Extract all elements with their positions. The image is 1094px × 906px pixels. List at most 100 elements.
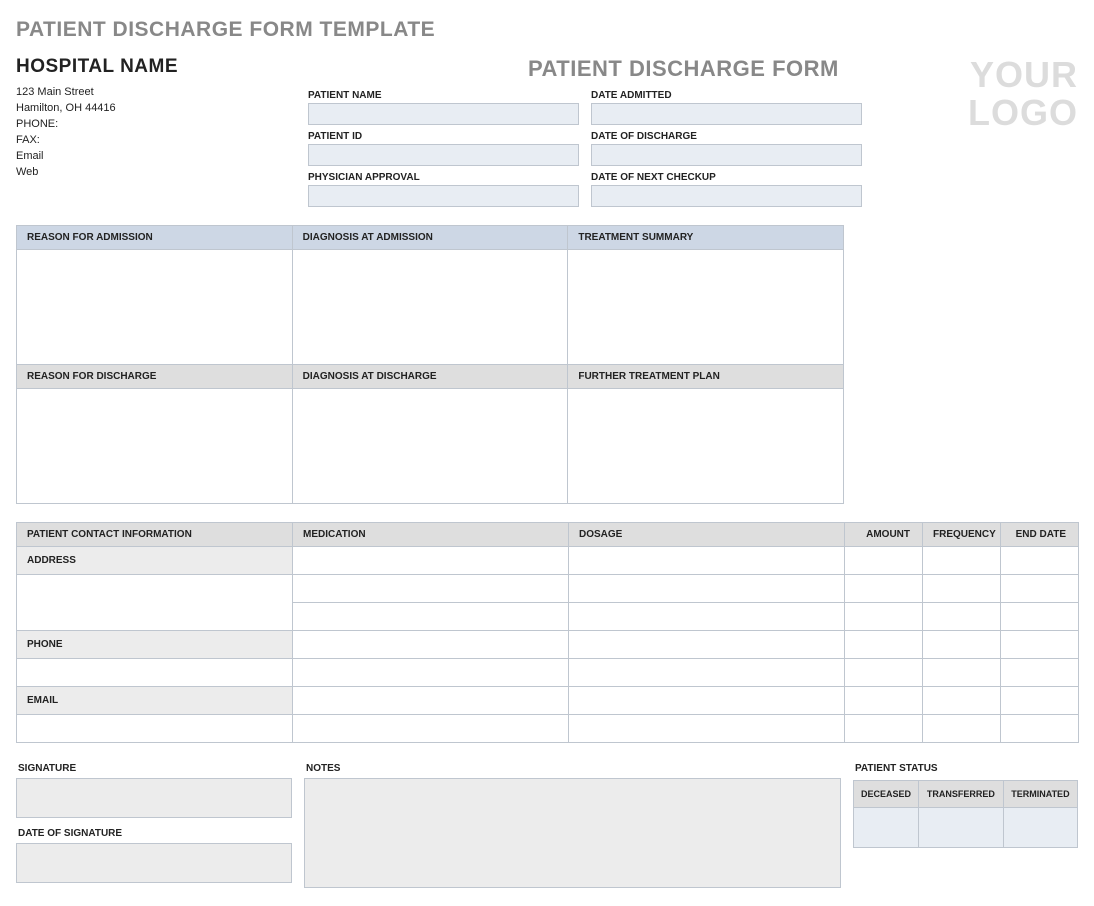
input-address[interactable] bbox=[17, 575, 293, 631]
logo-placeholder: YOUR LOGO bbox=[878, 56, 1078, 213]
header-reason-discharge: REASON FOR DISCHARGE bbox=[16, 365, 293, 389]
label-date-discharge: DATE OF DISCHARGE bbox=[591, 131, 862, 142]
input-signature[interactable] bbox=[16, 778, 292, 818]
med-cell[interactable] bbox=[1001, 603, 1079, 631]
med-cell[interactable] bbox=[569, 715, 845, 743]
med-cell[interactable] bbox=[293, 659, 569, 687]
med-cell[interactable] bbox=[923, 547, 1001, 575]
hospital-phone-label: PHONE: bbox=[16, 118, 292, 130]
med-cell[interactable] bbox=[845, 687, 923, 715]
th-dosage: DOSAGE bbox=[569, 523, 845, 547]
input-next-checkup[interactable] bbox=[591, 185, 862, 207]
hospital-addr1: 123 Main Street bbox=[16, 86, 292, 98]
top-row: HOSPITAL NAME 123 Main Street Hamilton, … bbox=[16, 56, 1078, 213]
th-contact-info: PATIENT CONTACT INFORMATION bbox=[17, 523, 293, 547]
med-cell[interactable] bbox=[1001, 631, 1079, 659]
th-end-date: END DATE bbox=[1001, 523, 1079, 547]
body-diagnosis-admission[interactable] bbox=[293, 250, 569, 365]
med-cell[interactable] bbox=[923, 631, 1001, 659]
logo-text: YOUR LOGO bbox=[878, 56, 1078, 132]
input-physician-approval[interactable] bbox=[308, 185, 579, 207]
med-cell[interactable] bbox=[845, 547, 923, 575]
th-transferred: TRANSFERRED bbox=[919, 781, 1004, 808]
body-reason-discharge[interactable] bbox=[16, 389, 293, 504]
hospital-addr2: Hamilton, OH 44416 bbox=[16, 102, 292, 114]
label-date-admitted: DATE ADMITTED bbox=[591, 90, 862, 101]
header-treatment-summary: TREATMENT SUMMARY bbox=[568, 225, 844, 250]
med-cell[interactable] bbox=[293, 547, 569, 575]
med-cell[interactable] bbox=[569, 603, 845, 631]
med-cell[interactable] bbox=[293, 603, 569, 631]
med-cell[interactable] bbox=[1001, 715, 1079, 743]
page-title: PATIENT DISCHARGE FORM TEMPLATE bbox=[16, 18, 1078, 42]
label-address: ADDRESS bbox=[17, 547, 293, 575]
body-treatment-summary[interactable] bbox=[568, 250, 844, 365]
label-email: EMAIL bbox=[17, 687, 293, 715]
body-reason-admission[interactable] bbox=[16, 250, 293, 365]
med-cell[interactable] bbox=[1001, 575, 1079, 603]
med-cell[interactable] bbox=[569, 687, 845, 715]
input-date-discharge[interactable] bbox=[591, 144, 862, 166]
status-table: DECEASED TRANSFERRED TERMINATED bbox=[853, 780, 1078, 848]
med-cell[interactable] bbox=[845, 631, 923, 659]
label-patient-status: PATIENT STATUS bbox=[853, 759, 1078, 778]
th-deceased: DECEASED bbox=[854, 781, 919, 808]
label-physician-approval: PHYSICIAN APPROVAL bbox=[308, 172, 579, 183]
header-reason-admission: REASON FOR ADMISSION bbox=[16, 225, 293, 250]
med-cell[interactable] bbox=[845, 659, 923, 687]
hospital-info: HOSPITAL NAME 123 Main Street Hamilton, … bbox=[16, 56, 292, 213]
input-phone[interactable] bbox=[17, 659, 293, 687]
center-column: PATIENT DISCHARGE FORM PATIENT NAME DATE… bbox=[308, 56, 862, 213]
label-phone: PHONE bbox=[17, 631, 293, 659]
hospital-fax-label: FAX: bbox=[16, 134, 292, 146]
header-diagnosis-admission: DIAGNOSIS AT ADMISSION bbox=[293, 225, 569, 250]
med-cell[interactable] bbox=[1001, 687, 1079, 715]
hospital-web-label: Web bbox=[16, 166, 292, 178]
med-cell[interactable] bbox=[923, 603, 1001, 631]
cell-transferred[interactable] bbox=[919, 808, 1004, 848]
form-title: PATIENT DISCHARGE FORM bbox=[308, 56, 862, 82]
med-cell[interactable] bbox=[293, 575, 569, 603]
input-patient-name[interactable] bbox=[308, 103, 579, 125]
med-cell[interactable] bbox=[569, 575, 845, 603]
med-cell[interactable] bbox=[1001, 659, 1079, 687]
med-cell[interactable] bbox=[923, 659, 1001, 687]
med-cell[interactable] bbox=[1001, 547, 1079, 575]
signature-column: SIGNATURE DATE OF SIGNATURE bbox=[16, 759, 292, 888]
notes-column: NOTES bbox=[304, 759, 841, 888]
med-cell[interactable] bbox=[293, 631, 569, 659]
medication-table: PATIENT CONTACT INFORMATION MEDICATION D… bbox=[16, 522, 1079, 743]
med-cell[interactable] bbox=[923, 715, 1001, 743]
body-diagnosis-discharge[interactable] bbox=[293, 389, 569, 504]
med-cell[interactable] bbox=[293, 715, 569, 743]
th-medication: MEDICATION bbox=[293, 523, 569, 547]
med-cell[interactable] bbox=[923, 575, 1001, 603]
input-email[interactable] bbox=[17, 715, 293, 743]
label-patient-name: PATIENT NAME bbox=[308, 90, 579, 101]
th-terminated: TERMINATED bbox=[1003, 781, 1077, 808]
med-cell[interactable] bbox=[845, 715, 923, 743]
status-column: PATIENT STATUS DECEASED TRANSFERRED TERM… bbox=[853, 759, 1078, 888]
med-cell[interactable] bbox=[845, 575, 923, 603]
input-notes[interactable] bbox=[304, 778, 841, 888]
label-notes: NOTES bbox=[304, 759, 841, 778]
med-cell[interactable] bbox=[569, 659, 845, 687]
summary-block: REASON FOR ADMISSION DIAGNOSIS AT ADMISS… bbox=[16, 225, 844, 504]
hospital-email-label: Email bbox=[16, 150, 292, 162]
label-date-signature: DATE OF SIGNATURE bbox=[16, 824, 292, 843]
med-cell[interactable] bbox=[923, 687, 1001, 715]
input-patient-id[interactable] bbox=[308, 144, 579, 166]
th-amount: AMOUNT bbox=[845, 523, 923, 547]
label-patient-id: PATIENT ID bbox=[308, 131, 579, 142]
med-cell[interactable] bbox=[569, 547, 845, 575]
input-date-signature[interactable] bbox=[16, 843, 292, 883]
med-cell[interactable] bbox=[293, 687, 569, 715]
med-cell[interactable] bbox=[569, 631, 845, 659]
input-date-admitted[interactable] bbox=[591, 103, 862, 125]
med-cell[interactable] bbox=[845, 603, 923, 631]
cell-deceased[interactable] bbox=[854, 808, 919, 848]
body-further-plan[interactable] bbox=[568, 389, 844, 504]
cell-terminated[interactable] bbox=[1003, 808, 1077, 848]
header-further-plan: FURTHER TREATMENT PLAN bbox=[568, 365, 844, 389]
th-frequency: FREQUENCY bbox=[923, 523, 1001, 547]
